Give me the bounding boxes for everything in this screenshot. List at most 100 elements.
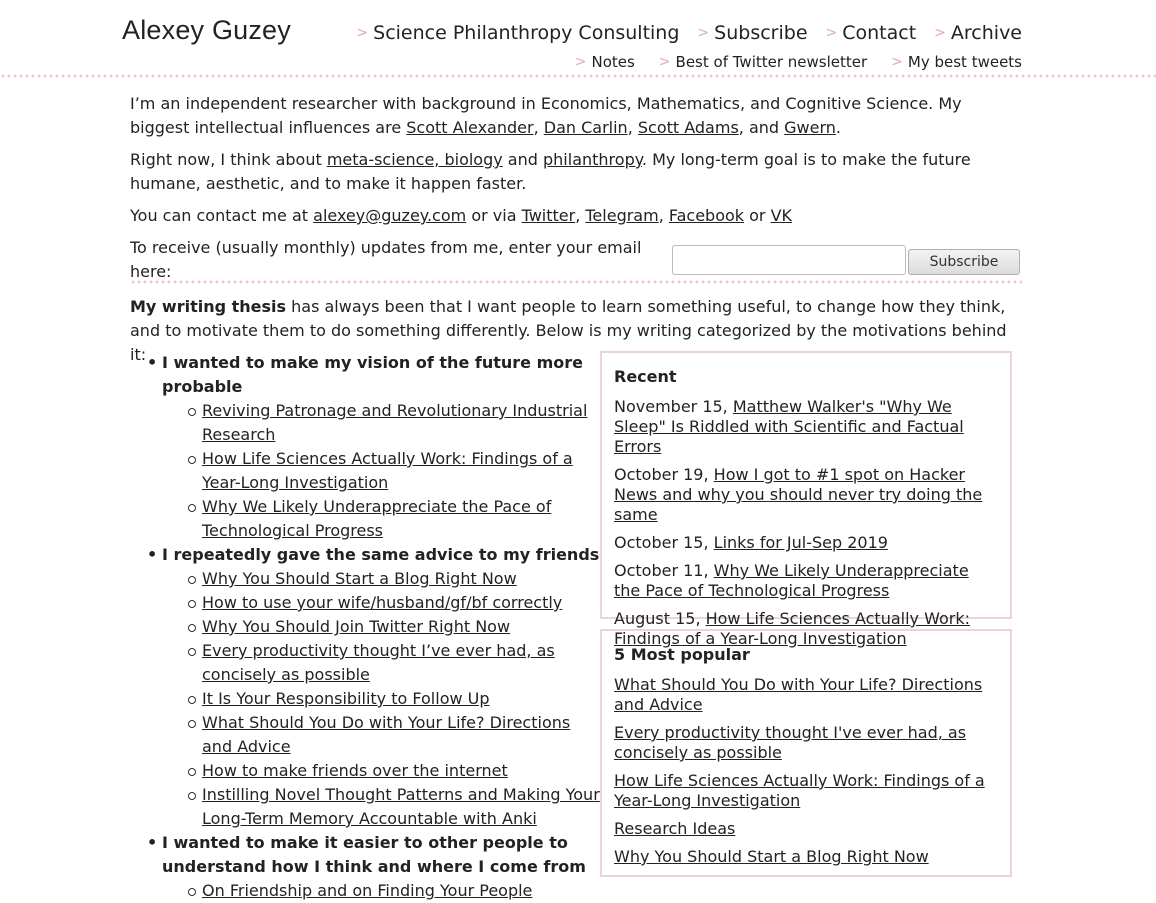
nav-contact[interactable]: > Contact	[826, 20, 917, 46]
chevron-right-icon: >	[658, 54, 671, 70]
nav-notes[interactable]: > Notes	[575, 52, 635, 72]
link-dan-carlin[interactable]: Dan Carlin	[544, 118, 628, 137]
entry-date: October 19,	[614, 465, 714, 484]
nav-my-best-tweets[interactable]: > My best tweets	[891, 52, 1022, 72]
email-input[interactable]	[672, 245, 907, 275]
nav-label: Subscribe	[714, 22, 808, 44]
recent-heading: Recent	[614, 367, 677, 386]
category-label: I wanted to make it easier to other peop…	[162, 833, 586, 876]
popular-heading: 5 Most popular	[614, 645, 750, 664]
header-divider	[0, 73, 1156, 81]
popular-post-link[interactable]: Every productivity thought I've ever had…	[614, 723, 966, 762]
nav-label: Best of Twitter newsletter	[675, 53, 868, 71]
post-item: Every productivity thought I’ve ever had…	[162, 639, 600, 687]
post-item: Reviving Patronage and Revolutionary Ind…	[162, 399, 600, 447]
chevron-right-icon: >	[574, 54, 587, 70]
post-item: On Friendship and on Finding Your People	[162, 879, 600, 903]
bullet: •	[147, 353, 158, 372]
recent-entry: October 11, Why We Likely Underappreciat…	[614, 561, 998, 601]
post-item: How Life Sciences Actually Work: Finding…	[162, 447, 600, 495]
circle-bullet	[188, 648, 196, 656]
recent-post-link[interactable]: Links for Jul-Sep 2019	[714, 533, 888, 552]
text: , and	[738, 118, 785, 137]
popular-post-link[interactable]: Research Ideas	[614, 819, 735, 838]
circle-bullet	[188, 792, 196, 800]
post-link[interactable]: Why We Likely Underappreciate the Pace o…	[202, 497, 551, 540]
main-nav: > Science Philanthropy Consulting > Subscr…	[356, 20, 1022, 46]
recent-entry: November 15, Matthew Walker's "Why We Sl…	[614, 397, 998, 457]
post-item: What Should You Do with Your Life? Direc…	[162, 711, 600, 759]
post-link[interactable]: Instilling Novel Thought Patterns and Ma…	[202, 785, 600, 828]
intro-paragraph-background: I’m an independent researcher with backg…	[130, 92, 1020, 140]
circle-bullet	[188, 456, 196, 464]
chevron-right-icon: >	[825, 25, 838, 41]
text: .	[835, 118, 841, 137]
post-item: Why You Should Join Twitter Right Now	[162, 615, 600, 639]
nav-label: My best tweets	[907, 53, 1022, 71]
circle-bullet	[188, 888, 196, 896]
subscribe-button[interactable]: Subscribe	[908, 249, 1020, 275]
category-label: I repeatedly gave the same advice to my …	[162, 545, 600, 564]
intro-paragraph-interests: Right now, I think about meta-science, b…	[130, 148, 1020, 196]
post-link[interactable]: Reviving Patronage and Revolutionary Ind…	[202, 401, 587, 444]
popular-entry: Every productivity thought I've ever had…	[614, 723, 998, 763]
popular-entry: Why You Should Start a Blog Right Now	[614, 847, 998, 867]
text: ,	[627, 118, 638, 137]
popular-post-link[interactable]: What Should You Do with Your Life? Direc…	[614, 675, 982, 714]
nav-archive[interactable]: > Archive	[934, 20, 1022, 46]
post-link[interactable]: It Is Your Responsibility to Follow Up	[202, 689, 490, 708]
bullet: •	[147, 545, 158, 564]
link-philanthropy[interactable]: philanthropy	[543, 150, 642, 169]
text: or	[744, 206, 771, 225]
link-meta-science-biology[interactable]: meta-science, biology	[327, 150, 503, 169]
text: ,	[575, 206, 586, 225]
post-link[interactable]: What Should You Do with Your Life? Direc…	[202, 713, 570, 756]
nav-subscribe[interactable]: > Subscribe	[697, 20, 807, 46]
link-telegram[interactable]: Telegram	[585, 206, 658, 225]
entry-date: November 15,	[614, 397, 733, 416]
circle-bullet	[188, 768, 196, 776]
secondary-nav: > Notes > Best of Twitter newsletter > My b…	[575, 52, 1022, 72]
nav-science-philanthropy-consulting[interactable]: > Science Philanthropy Consulting	[356, 20, 679, 46]
link-facebook[interactable]: Facebook	[669, 206, 744, 225]
site-title[interactable]: Alexey Guzey	[122, 12, 291, 48]
post-link[interactable]: How Life Sciences Actually Work: Finding…	[202, 449, 573, 492]
circle-bullet	[188, 576, 196, 584]
popular-entry: What Should You Do with Your Life? Direc…	[614, 675, 998, 715]
popular-posts-box: 5 Most popular What Should You Do with Y…	[600, 629, 1012, 877]
intro-paragraph-contact: You can contact me at alexey@guzey.com o…	[130, 204, 1020, 228]
link-email[interactable]: alexey@guzey.com	[313, 206, 466, 225]
recent-posts-box: Recent November 15, Matthew Walker's "Wh…	[600, 351, 1012, 648]
entry-date: August 15,	[614, 609, 706, 628]
text: ,	[658, 206, 669, 225]
text: Right now, I think about	[130, 150, 327, 169]
category-item: • I repeatedly gave the same advice to my…	[130, 543, 600, 831]
circle-bullet	[188, 624, 196, 632]
section-divider	[130, 279, 1022, 287]
nav-best-of-twitter-newsletter[interactable]: > Best of Twitter newsletter	[659, 52, 867, 72]
link-scott-alexander[interactable]: Scott Alexander	[406, 118, 533, 137]
writing-categories: • I wanted to make my vision of the futur…	[130, 351, 600, 903]
post-link[interactable]: Why You Should Join Twitter Right Now	[202, 617, 510, 636]
bullet: •	[147, 833, 158, 852]
post-link[interactable]: On Friendship and on Finding Your People	[202, 881, 532, 900]
post-item: It Is Your Responsibility to Follow Up	[162, 687, 600, 711]
thesis-bold: My writing thesis	[130, 297, 287, 316]
post-link[interactable]: Why You Should Start a Blog Right Now	[202, 569, 517, 588]
post-link[interactable]: Every productivity thought I’ve ever had…	[202, 641, 555, 684]
newsletter-signup: To receive (usually monthly) updates fro…	[130, 236, 1020, 284]
link-gwern[interactable]: Gwern	[784, 118, 836, 137]
popular-entry: Research Ideas	[614, 819, 998, 839]
post-link[interactable]: How to make friends over the internet	[202, 761, 508, 780]
circle-bullet	[188, 696, 196, 704]
nav-label: Notes	[591, 53, 635, 71]
popular-post-link[interactable]: Why You Should Start a Blog Right Now	[614, 847, 929, 866]
popular-post-link[interactable]: How Life Sciences Actually Work: Finding…	[614, 771, 985, 810]
circle-bullet	[188, 408, 196, 416]
post-link[interactable]: How to use your wife/husband/gf/bf corre…	[202, 593, 562, 612]
link-vk[interactable]: VK	[771, 206, 792, 225]
link-scott-adams[interactable]: Scott Adams	[638, 118, 739, 137]
link-twitter[interactable]: Twitter	[522, 206, 576, 225]
category-label: I wanted to make my vision of the future…	[162, 353, 583, 396]
post-item: Why We Likely Underappreciate the Pace o…	[162, 495, 600, 543]
